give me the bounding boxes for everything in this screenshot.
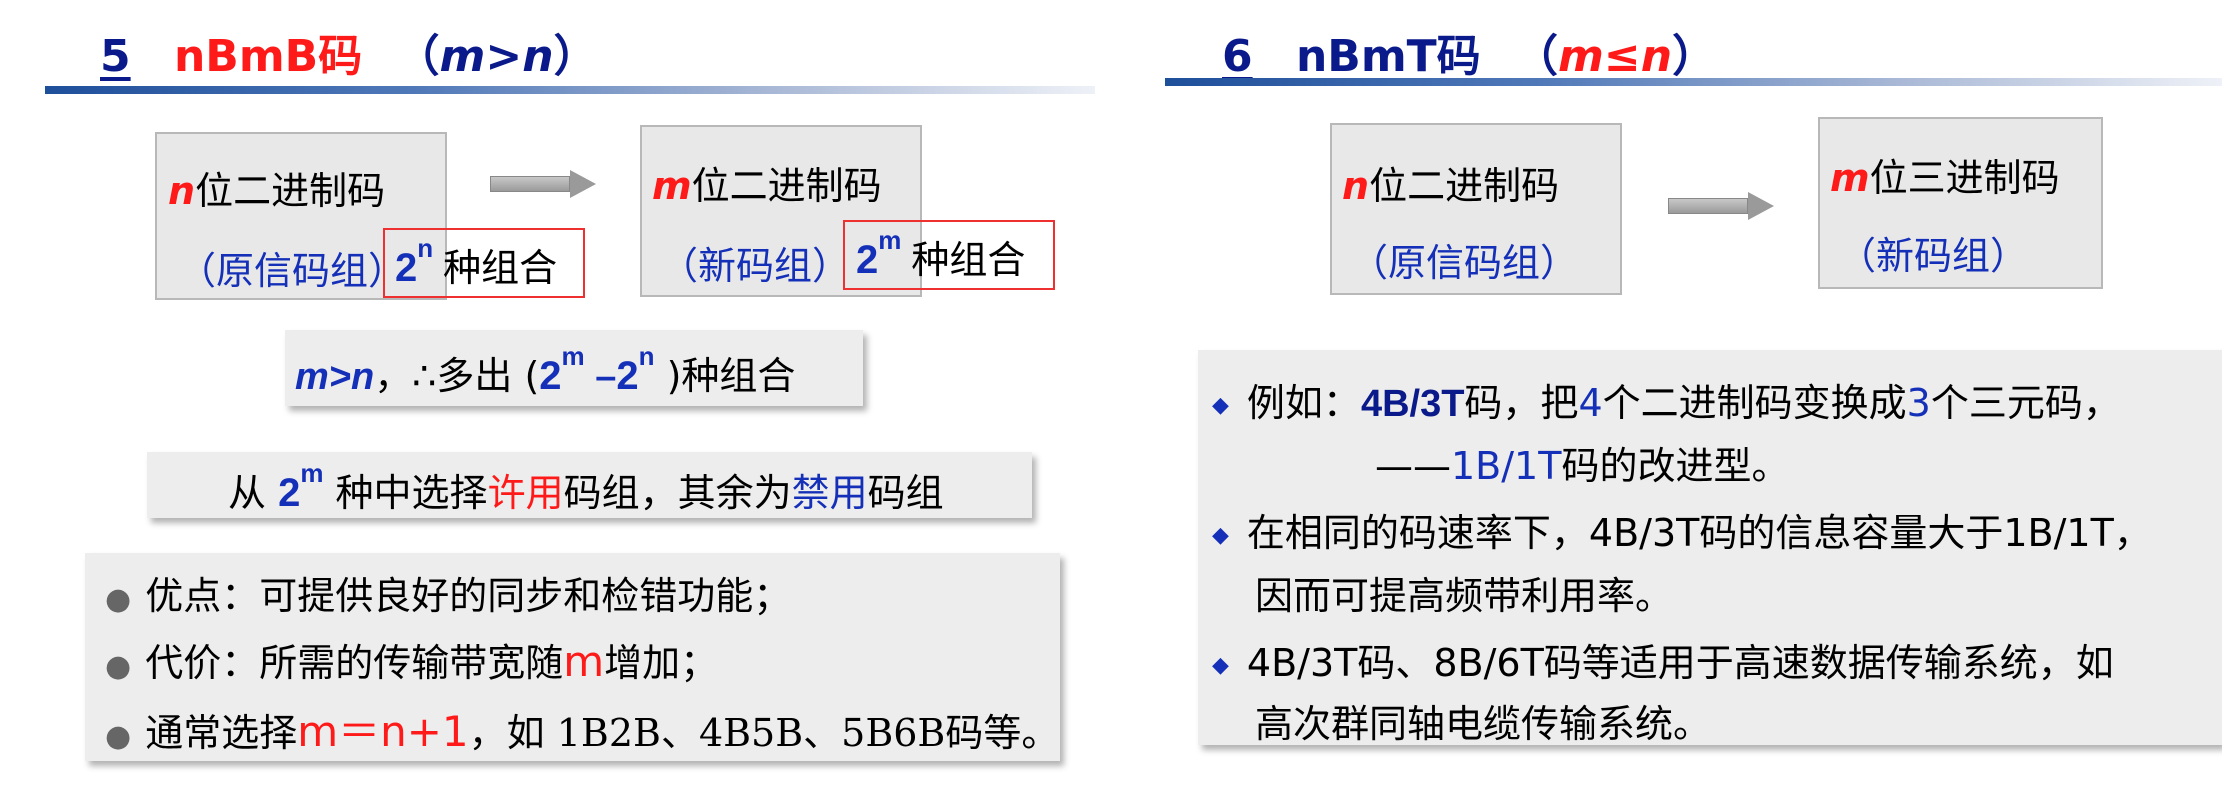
bullet-dot-icon: ● bbox=[105, 719, 132, 754]
left-combo-m: 2m 种组合 bbox=[856, 225, 1026, 282]
left-box-n-sub: （原信码组） bbox=[178, 249, 407, 293]
left-bullet-1: ● 优点：可提供良好的同步和检错功能； bbox=[105, 574, 792, 618]
left-box-m-sub: （新码组） bbox=[660, 244, 851, 288]
left-box-m-label: m位二进制码 bbox=[652, 164, 882, 208]
right-bullet-1: ◆ 例如：4B/3T码，把4个二进制码变换成3个三元码， bbox=[1212, 381, 2121, 425]
right-title-number: 6 bbox=[1222, 31, 1253, 82]
right-box-n-label: n位二进制码 bbox=[1342, 164, 1560, 208]
left-arrow-shaft bbox=[490, 176, 570, 192]
left-title-number: 5 bbox=[100, 31, 131, 82]
bullet-dot-icon: ● bbox=[105, 582, 132, 617]
right-bullet-1-line-2: ——1B/1T码的改进型。 bbox=[1375, 444, 1790, 488]
left-bullet-2: ● 代价：所需的传输带宽随m增加； bbox=[105, 637, 719, 686]
left-extra-text: m>n，∴多出 (2m –2n )种组合 bbox=[295, 341, 796, 398]
right-bullet-2: ◆ 在相同的码速率下，4B/3T码的信息容量大于1B/1T， bbox=[1212, 511, 2152, 555]
left-title-rule bbox=[45, 86, 1095, 94]
right-box-m-label: m位三进制码 bbox=[1830, 156, 2060, 200]
right-box-m-sub: （新码组） bbox=[1838, 234, 2029, 278]
right-arrow-icon bbox=[1748, 192, 1774, 220]
left-arrow-icon bbox=[570, 170, 596, 198]
right-title-rule bbox=[1165, 78, 2222, 86]
right-bullet-3-line-2: 高次群同轴电缆传输系统。 bbox=[1255, 702, 1712, 746]
left-title-name: nBmB码 bbox=[173, 31, 363, 82]
left-title: 5 nBmB码 （m>n） bbox=[100, 31, 598, 82]
left-combo-n: 2n 种组合 bbox=[395, 233, 558, 290]
bullet-dot-icon: ● bbox=[105, 649, 132, 684]
right-arrow-shaft bbox=[1668, 198, 1748, 214]
bullet-diamond-icon: ◆ bbox=[1212, 523, 1229, 548]
right-bullet-3: ◆ 4B/3T码、8B/6T码等适用于高速数据传输系统，如 bbox=[1212, 641, 2114, 685]
left-bullet-3: ● 通常选择m＝n+1，如 1B2B、4B5B、5B6B码等。 bbox=[105, 707, 1060, 756]
right-bullet-2-line-2: 因而可提高频带利用率。 bbox=[1255, 574, 1674, 618]
right-title: 6 nBmT码 （m≤n） bbox=[1222, 31, 1717, 82]
bullet-diamond-icon: ◆ bbox=[1212, 393, 1229, 418]
bullet-diamond-icon: ◆ bbox=[1212, 653, 1229, 678]
right-box-n-sub: （原信码组） bbox=[1350, 241, 1579, 285]
left-box-n-label: n位二进制码 bbox=[168, 169, 386, 213]
left-choose-text: 从 2m 种中选择许用码组，其余为禁用码组 bbox=[228, 458, 944, 515]
right-title-name: nBmT码 bbox=[1295, 31, 1481, 82]
